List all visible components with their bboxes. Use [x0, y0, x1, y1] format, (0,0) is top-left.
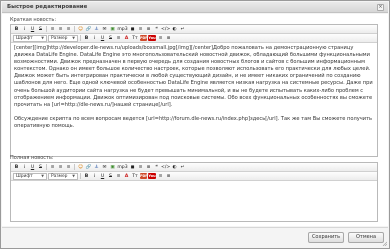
align-center-icon[interactable]: ≡	[57, 26, 64, 33]
strikethrough-icon[interactable]: S	[107, 173, 114, 180]
short-news-toolbar-row2: Шрифт ▼ Размер ▼ B i U S ≡ A Tт PDF You ≡ …	[11, 34, 377, 43]
size-select[interactable]: Размер ▼	[48, 172, 78, 180]
pagebreak-icon[interactable]: ↵	[179, 26, 186, 33]
dialog-content: Краткая новость: B i U S ≡ ≡ ≡ ☺ 🔗 ⚓ ✉ ▣…	[2, 14, 388, 226]
font-select[interactable]: Шрифт ▼	[13, 172, 47, 180]
quick-edit-dialog: Быстрое редактирование × Краткая новость…	[0, 0, 390, 249]
italic-icon[interactable]: i	[21, 26, 28, 33]
underline-icon[interactable]: U	[29, 26, 36, 33]
toolbar-separator	[74, 164, 75, 170]
toolbar-separator	[80, 173, 81, 179]
hide-icon[interactable]: ◐	[171, 164, 178, 171]
font-select[interactable]: Шрифт ▼	[13, 34, 47, 42]
youtube-icon[interactable]: You	[148, 173, 156, 179]
underline-icon[interactable]: U	[99, 173, 106, 180]
translit-icon[interactable]: Tт	[131, 173, 139, 180]
smile-icon[interactable]: ☺	[77, 164, 84, 171]
align-left-icon[interactable]: ≡	[49, 164, 56, 171]
hide-icon[interactable]: ◐	[171, 26, 178, 33]
quote-icon[interactable]: ❝	[153, 164, 160, 171]
underline-icon[interactable]: U	[29, 164, 36, 171]
italic-icon[interactable]: i	[21, 164, 28, 171]
list-icon[interactable]: ≣	[165, 173, 172, 180]
bold-icon[interactable]: B	[13, 164, 20, 171]
align-justify-icon[interactable]: ≡	[115, 173, 122, 180]
align-right-icon[interactable]: ≡	[65, 26, 72, 33]
youtube-icon[interactable]: You	[148, 35, 156, 41]
close-icon[interactable]: ×	[377, 4, 384, 11]
smile-icon[interactable]: ☺	[77, 26, 84, 33]
leech-icon[interactable]: ⚓	[93, 26, 100, 33]
flash-icon[interactable]: ◼	[129, 164, 136, 171]
list-icon[interactable]: ≣	[165, 35, 172, 42]
resize-grip-icon[interactable]	[382, 241, 387, 246]
short-news-label: Краткая новость:	[10, 17, 57, 23]
spoiler-icon[interactable]: ≡	[137, 164, 144, 171]
list-icon[interactable]: ≣	[145, 26, 152, 33]
short-news-editor: B i U S ≡ ≡ ≡ ☺ 🔗 ⚓ ✉ ▣ mp3 ◼ ≡ ≣ ❝ </>	[10, 24, 378, 157]
image-icon[interactable]: ▣	[109, 164, 116, 171]
full-news-toolbar-row2: Шрифт ▼ Размер ▼ B i U S ≡ A Tт PDF You ≡ …	[11, 172, 377, 181]
code-icon[interactable]: </>	[161, 164, 170, 171]
size-select-value: Размер	[51, 173, 68, 179]
bold-icon[interactable]: B	[83, 173, 90, 180]
chevron-down-icon: ▼	[72, 173, 75, 178]
italic-icon[interactable]: i	[91, 35, 98, 42]
short-news-textarea[interactable]: [center][img]http://developer.dle-news.r…	[11, 43, 377, 156]
pagebreak-icon[interactable]: ↵	[179, 164, 186, 171]
bold-icon[interactable]: B	[13, 26, 20, 33]
underline-icon[interactable]: U	[99, 35, 106, 42]
align-justify-icon[interactable]: ≡	[115, 35, 122, 42]
bold-icon[interactable]: B	[83, 35, 90, 42]
align-left-icon[interactable]: ≡	[49, 26, 56, 33]
leech-icon[interactable]: ⚓	[93, 164, 100, 171]
spoiler-icon[interactable]: ≡	[137, 26, 144, 33]
list-icon[interactable]: ≣	[145, 164, 152, 171]
font-color-icon[interactable]: A	[123, 35, 130, 42]
cancel-button[interactable]: Отмена	[348, 232, 384, 243]
chevron-down-icon: ▼	[41, 35, 44, 40]
code-icon[interactable]: </>	[161, 26, 170, 33]
quote-icon[interactable]: ❝	[153, 26, 160, 33]
align-right-icon[interactable]: ≡	[65, 164, 72, 171]
link-icon[interactable]: 🔗	[85, 164, 92, 171]
toolbar-separator	[46, 26, 47, 32]
full-news-textarea[interactable]	[11, 181, 377, 221]
short-news-toolbar-row1: B i U S ≡ ≡ ≡ ☺ 🔗 ⚓ ✉ ▣ mp3 ◼ ≡ ≣ ❝ </>	[11, 25, 377, 34]
strikethrough-icon[interactable]: S	[37, 164, 44, 171]
mp3-icon[interactable]: mp3	[117, 164, 128, 171]
save-button[interactable]: Сохранить	[308, 232, 344, 243]
flash-icon[interactable]: ◼	[129, 26, 136, 33]
dialog-footer: Сохранить Отмена	[2, 227, 388, 247]
full-news-toolbar-row1: B i U S ≡ ≡ ≡ ☺ 🔗 ⚓ ✉ ▣ mp3 ◼ ≡ ≣ ❝ </>	[11, 163, 377, 172]
dialog-title: Быстрое редактирование	[7, 4, 88, 10]
email-icon[interactable]: ✉	[101, 164, 108, 171]
strikethrough-icon[interactable]: S	[107, 35, 114, 42]
font-select-value: Шрифт	[16, 35, 33, 41]
italic-icon[interactable]: i	[91, 173, 98, 180]
size-select-value: Размер	[51, 35, 68, 41]
link-icon[interactable]: 🔗	[85, 26, 92, 33]
email-icon[interactable]: ✉	[101, 26, 108, 33]
translit-icon[interactable]: Tт	[131, 35, 139, 42]
chevron-down-icon: ▼	[41, 173, 44, 178]
font-color-icon[interactable]: A	[123, 173, 130, 180]
full-news-label: Полная новость:	[10, 155, 54, 161]
spoiler-icon[interactable]: ≡	[157, 35, 164, 42]
image-icon[interactable]: ▣	[109, 26, 116, 33]
dialog-titlebar[interactable]: Быстрое редактирование ×	[2, 2, 388, 13]
toolbar-separator	[46, 164, 47, 170]
toolbar-separator	[80, 35, 81, 41]
mp3-icon[interactable]: mp3	[117, 26, 128, 33]
spoiler-icon[interactable]: ≡	[157, 173, 164, 180]
pdf-icon[interactable]: PDF	[140, 35, 148, 41]
font-select-value: Шрифт	[16, 173, 33, 179]
strikethrough-icon[interactable]: S	[37, 26, 44, 33]
full-news-editor: B i U S ≡ ≡ ≡ ☺ 🔗 ⚓ ✉ ▣ mp3 ◼ ≡ ≣ ❝ </>	[10, 162, 378, 222]
toolbar-separator	[74, 26, 75, 32]
pdf-icon[interactable]: PDF	[140, 173, 148, 179]
size-select[interactable]: Размер ▼	[48, 34, 78, 42]
chevron-down-icon: ▼	[72, 35, 75, 40]
align-center-icon[interactable]: ≡	[57, 164, 64, 171]
